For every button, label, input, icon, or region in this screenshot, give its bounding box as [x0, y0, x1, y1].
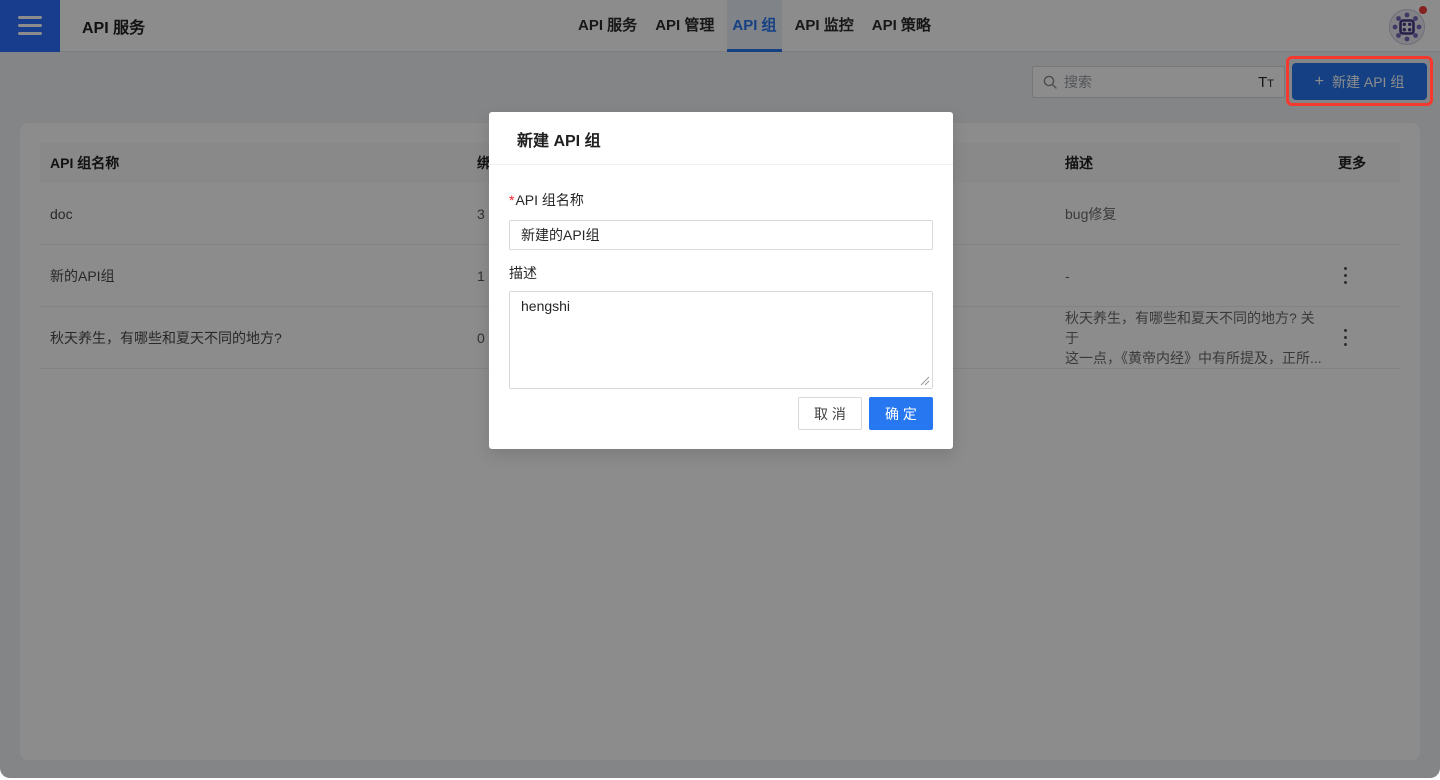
api-group-name-label: *API 组名称	[509, 192, 584, 208]
modal-title: 新建 API 组	[517, 133, 601, 150]
modal-body: *API 组名称 描述 hengshi	[489, 165, 953, 389]
description-textarea[interactable]: hengshi	[509, 291, 933, 389]
modal-footer: 取 消 确 定	[798, 397, 933, 430]
modal-header: 新建 API 组	[489, 112, 953, 165]
description-label: 描述	[509, 263, 933, 283]
resize-handle-icon[interactable]	[920, 376, 930, 386]
required-asterisk: *	[509, 192, 514, 208]
create-api-group-modal: 新建 API 组 *API 组名称 描述 hengshi 取 消 确 定	[489, 112, 953, 449]
api-group-name-input[interactable]	[509, 220, 933, 250]
cancel-button[interactable]: 取 消	[798, 397, 862, 430]
confirm-button[interactable]: 确 定	[869, 397, 933, 430]
app-window: API 服务 API 服务 API 管理 API 组 API 监控 API 策略	[0, 0, 1440, 778]
